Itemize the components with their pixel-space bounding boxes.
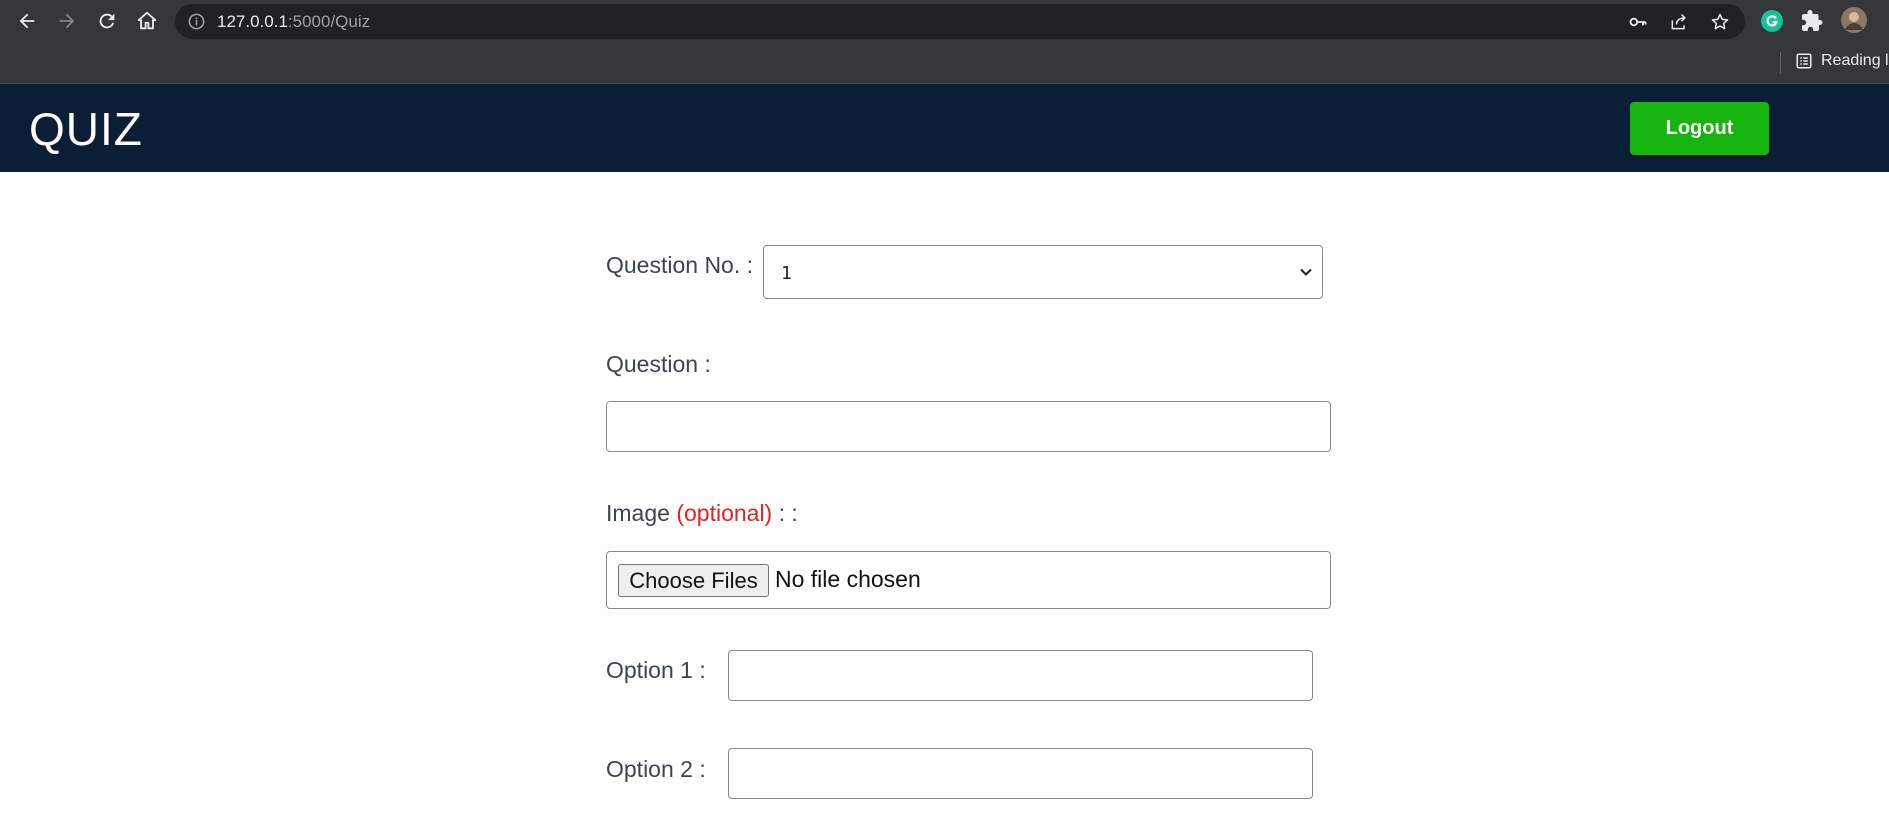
reload-button[interactable] xyxy=(92,6,122,36)
share-icon[interactable] xyxy=(1669,12,1689,32)
home-button[interactable] xyxy=(132,6,162,36)
back-button[interactable] xyxy=(12,6,42,36)
choose-files-button[interactable]: Choose Files xyxy=(618,564,769,597)
option2-label: Option 2 : xyxy=(606,756,706,783)
question-no-select[interactable]: 1 xyxy=(763,245,1323,299)
reading-list-label: Reading li xyxy=(1821,52,1889,70)
arrow-left-icon xyxy=(16,10,38,32)
chevron-down-icon xyxy=(1299,265,1313,279)
reload-icon xyxy=(96,10,118,32)
reading-list-icon xyxy=(1795,52,1813,70)
question-no-label: Question No. : xyxy=(606,252,753,279)
url-text[interactable]: 127.0.0.1:5000/Quiz xyxy=(217,12,370,32)
star-icon[interactable] xyxy=(1710,12,1730,32)
logout-button[interactable]: Logout xyxy=(1630,102,1769,155)
question-no-value: 1 xyxy=(781,263,792,284)
no-file-text: No file chosen xyxy=(775,566,921,593)
question-label: Question : xyxy=(606,351,711,378)
extensions-icon[interactable] xyxy=(1800,9,1824,33)
info-icon[interactable] xyxy=(187,12,206,31)
home-icon xyxy=(136,10,158,32)
forward-button[interactable] xyxy=(52,6,82,36)
question-input[interactable] xyxy=(606,401,1331,452)
reading-list-button[interactable]: Reading li xyxy=(1795,52,1889,70)
browser-chrome: 127.0.0.1:5000/Quiz Reading li xyxy=(0,0,1889,84)
url-path: :5000/Quiz xyxy=(288,12,370,31)
bookmarks-bar: Reading li xyxy=(0,44,1889,84)
app-header: QUIZ Logout xyxy=(0,84,1889,172)
image-file-input[interactable]: Choose Files No file chosen xyxy=(606,551,1331,609)
bookmarks-divider xyxy=(1780,52,1781,74)
option1-input[interactable] xyxy=(728,650,1313,701)
image-label-text: Image xyxy=(606,500,670,526)
option2-input[interactable] xyxy=(728,748,1313,799)
image-label-suffix: : : xyxy=(779,500,798,526)
image-label: Image (optional) : : xyxy=(606,500,798,527)
url-host: 127.0.0.1 xyxy=(217,12,288,31)
address-bar[interactable]: 127.0.0.1:5000/Quiz xyxy=(175,4,1745,39)
option1-label: Option 1 : xyxy=(606,657,706,684)
arrow-right-icon xyxy=(56,10,78,32)
optional-tag: (optional) xyxy=(676,500,772,526)
key-icon[interactable] xyxy=(1628,12,1648,32)
browser-toolbar: 127.0.0.1:5000/Quiz xyxy=(0,0,1889,44)
profile-avatar-icon[interactable] xyxy=(1841,7,1867,33)
brand-title: QUIZ xyxy=(29,102,143,156)
grammarly-icon[interactable] xyxy=(1760,9,1784,33)
